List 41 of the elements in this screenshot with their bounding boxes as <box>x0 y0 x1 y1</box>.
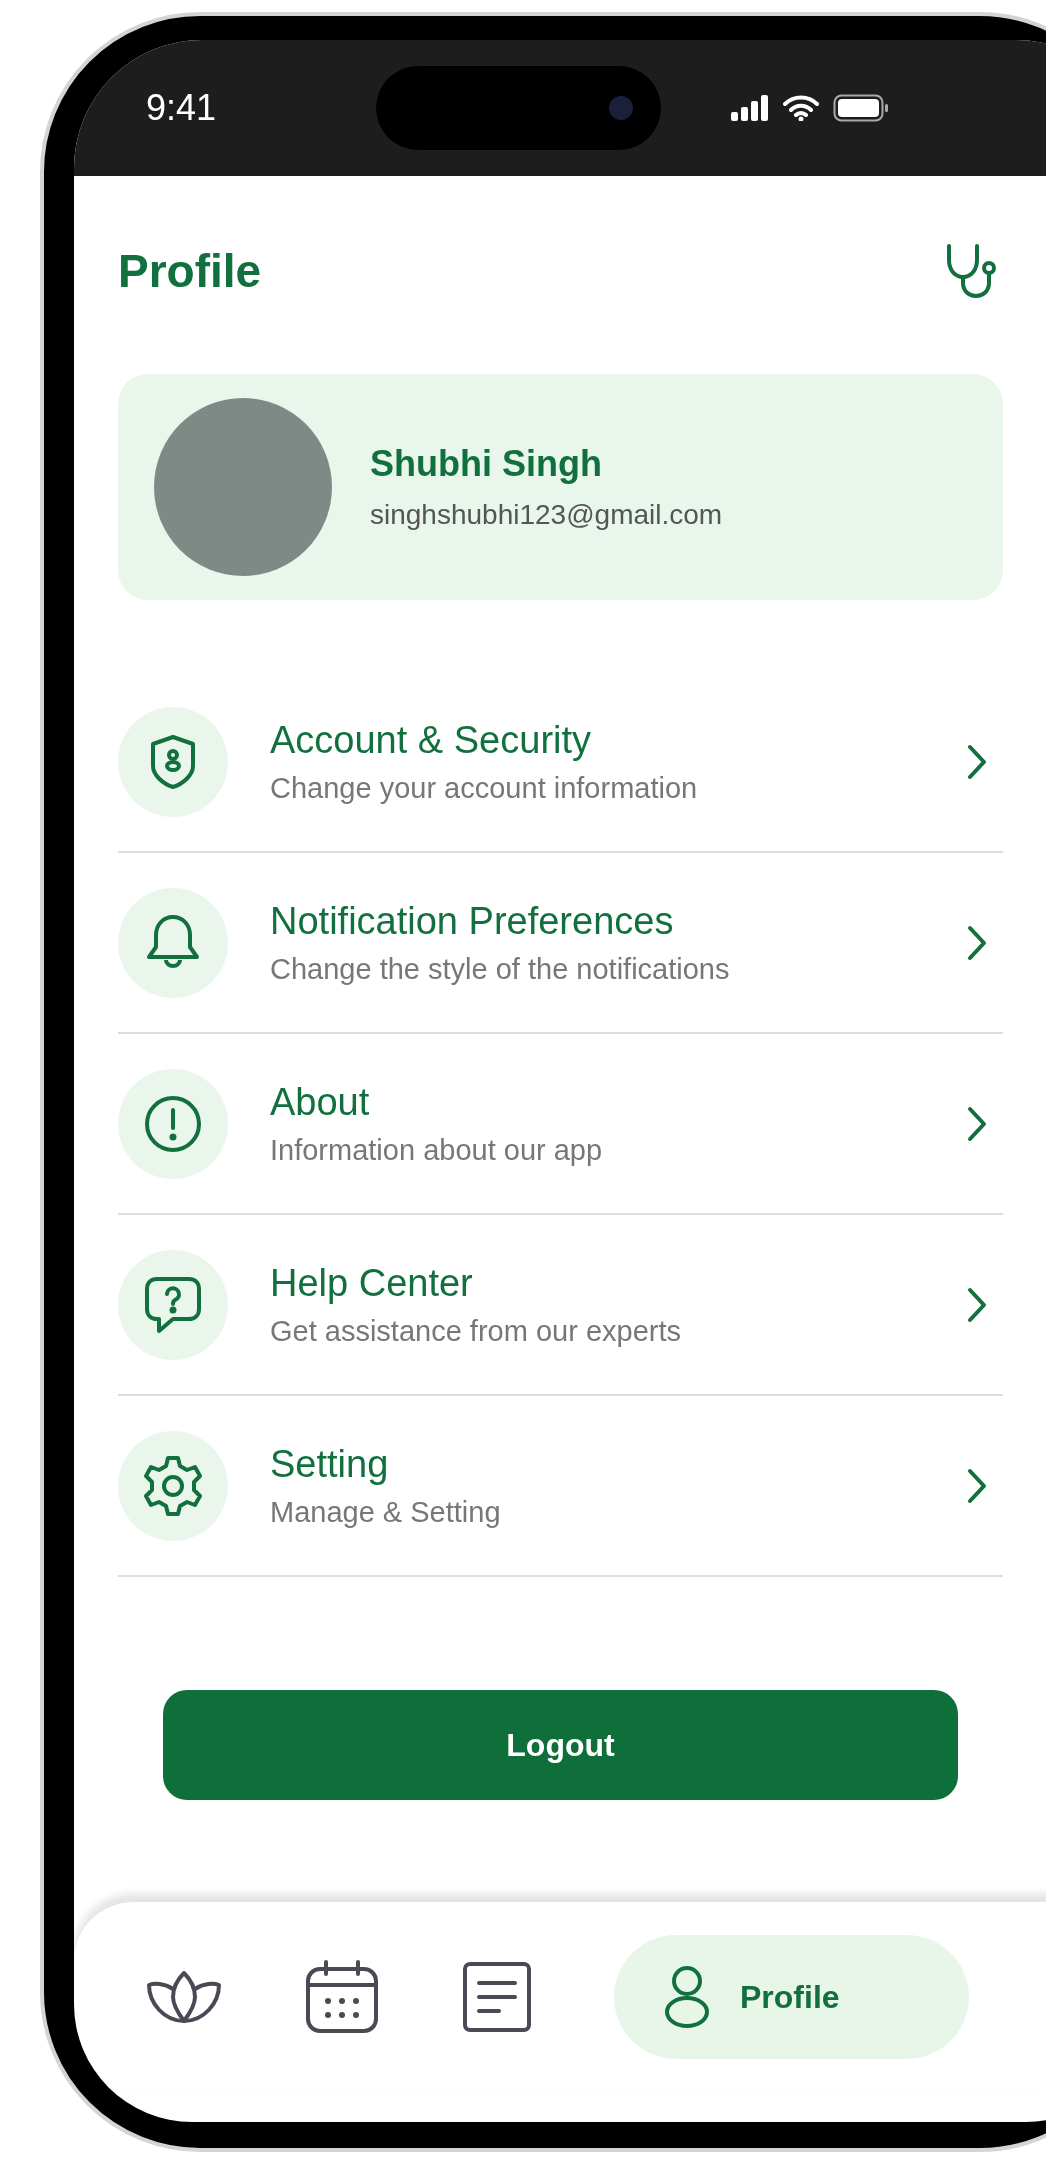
help-chat-icon <box>143 1274 203 1335</box>
menu-item[interactable]: Notification Preferences Change the style of the notifications <box>118 853 1003 1034</box>
chevron-right-icon <box>967 1105 987 1142</box>
menu-item-subtitle: Change your account information <box>270 771 699 805</box>
chevron-right-icon <box>967 743 987 780</box>
chevron-right-icon <box>967 924 987 961</box>
logout-button[interactable]: Logout <box>163 1690 958 1800</box>
nav-tab[interactable] <box>304 1959 380 2035</box>
calendar-icon <box>304 1959 380 2035</box>
nav-tab[interactable] <box>462 1961 532 2033</box>
menu-item[interactable]: Help Center Get assistance from our experts <box>118 1215 1003 1396</box>
wifi-icon <box>783 95 819 121</box>
nav-tab[interactable]: Profile <box>614 1935 969 2059</box>
menu-item[interactable]: Account & Security Change your account information <box>118 672 1003 853</box>
status-time: 9:41 <box>146 87 218 129</box>
battery-icon <box>833 94 889 122</box>
lotus-icon <box>146 1969 222 2025</box>
signal-icon <box>731 95 769 121</box>
menu-item-title: Setting <box>270 1442 390 1486</box>
menu-item[interactable]: Setting Manage & Setting <box>118 1396 1003 1577</box>
chevron-right-icon <box>967 1286 987 1323</box>
menu-item-subtitle: Get assistance from our experts <box>270 1314 682 1348</box>
user-email: singhshubhi123@gmail.com <box>370 499 723 531</box>
menu-item-subtitle: Manage & Setting <box>270 1495 502 1529</box>
nav-tab[interactable] <box>146 1969 222 2025</box>
user-icon <box>664 1964 710 2030</box>
document-icon <box>462 1961 532 2033</box>
info-icon <box>143 1093 203 1154</box>
shield-icon <box>148 733 198 790</box>
page-title: Profile <box>118 244 262 298</box>
menu-item-title: Help Center <box>270 1261 474 1305</box>
profile-card[interactable]: Shubhi Singh singhshubhi123@gmail.com <box>118 374 1003 600</box>
menu-item-title: Account & Security <box>270 718 593 762</box>
menu-item-title: Notification Preferences <box>270 899 675 943</box>
menu-item-subtitle: Information about our app <box>270 1133 604 1167</box>
chevron-right-icon <box>967 1467 987 1504</box>
menu-item[interactable]: About Information about our app <box>118 1034 1003 1215</box>
menu-item-subtitle: Change the style of the notifications <box>270 952 731 986</box>
user-name: Shubhi Singh <box>370 443 603 485</box>
settings-icon <box>141 1453 205 1518</box>
menu-item-title: About <box>270 1080 371 1124</box>
